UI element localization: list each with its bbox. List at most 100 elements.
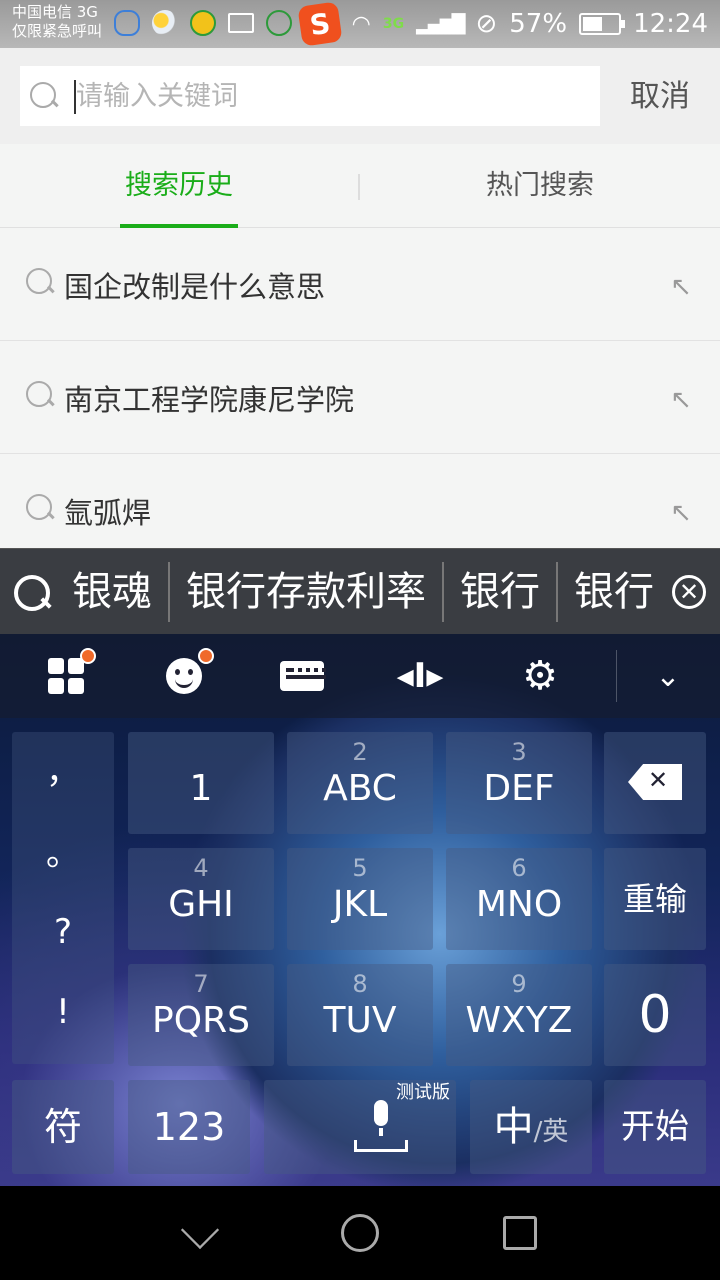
history-item-text: 氩弧焊: [64, 496, 152, 530]
cancel-button[interactable]: 取消: [612, 74, 708, 120]
keyboard-toolbar: ◂I▸ ⚙ ⌄: [0, 634, 720, 718]
key-5-jkl[interactable]: 5 JKL: [287, 848, 433, 950]
symbol-key-question[interactable]: ?: [12, 902, 114, 962]
candidate-item[interactable]: 银魂: [56, 562, 170, 622]
status-bar: 中国电信 3G 仅限紧急呼叫 S ◠ 3G ▂▄▆█ ⊘ 57% 12:24: [0, 0, 720, 48]
security-app-icon: [190, 10, 216, 36]
key-6-mno[interactable]: 6 MNO: [446, 848, 592, 950]
candidate-item[interactable]: 银行存款利率: [170, 562, 444, 622]
carrier-info: 中国电信 3G 仅限紧急呼叫: [12, 3, 102, 41]
key-label: WXYZ: [465, 1000, 573, 1041]
keyboard-layout-button[interactable]: [280, 654, 326, 698]
contact-icon: [266, 10, 292, 36]
key-7-pqrs[interactable]: 7 PQRS: [128, 964, 274, 1066]
lang-en-label: /英: [533, 1117, 569, 1147]
chevron-down-icon: ⌄: [655, 658, 681, 694]
fill-query-arrow-icon[interactable]: ↖: [670, 498, 692, 528]
key-label: GHI: [168, 884, 234, 925]
weather-icon: [152, 10, 178, 36]
key-number: 7: [193, 970, 209, 998]
candidate-item[interactable]: 银行: [444, 562, 558, 622]
close-candidates-icon[interactable]: ✕: [672, 575, 706, 609]
key-number: 4: [193, 854, 209, 882]
numbers-button[interactable]: 123: [128, 1080, 250, 1174]
voice-input-button[interactable]: 测试版: [264, 1080, 456, 1174]
tab-hot-search[interactable]: 热门搜索: [480, 144, 600, 228]
backspace-button[interactable]: [604, 732, 706, 834]
hide-keyboard-button[interactable]: ⌄: [646, 654, 690, 698]
search-icon: [26, 268, 56, 298]
grid-icon: [48, 658, 84, 694]
key-label: PQRS: [152, 1000, 250, 1041]
battery-percent: 57%: [509, 9, 568, 39]
recent-apps-icon[interactable]: [503, 1216, 537, 1250]
emoji-icon: [166, 658, 202, 694]
search-box[interactable]: [20, 66, 600, 126]
search-icon: [26, 381, 56, 411]
history-item-text: 国企改制是什么意思: [64, 270, 326, 304]
history-item[interactable]: 国企改制是什么意思 ↖: [0, 228, 720, 341]
fill-query-arrow-icon[interactable]: ↖: [670, 272, 692, 302]
symbol-key-exclaim[interactable]: !: [12, 982, 114, 1042]
toolbar-divider: [616, 650, 617, 702]
language-toggle-button[interactable]: 中/英: [470, 1080, 592, 1174]
wifi-icon: ◠: [351, 11, 371, 37]
back-icon[interactable]: [180, 1210, 220, 1250]
settings-button[interactable]: ⚙: [518, 653, 562, 699]
history-item-text: 南京工程学院康尼学院: [64, 383, 355, 417]
cursor-move-button[interactable]: ◂I▸: [396, 654, 444, 698]
navigation-bar: [0, 1186, 720, 1280]
symbol-column: ， 。 ? !: [12, 732, 114, 1064]
search-tabs: 搜索历史 热门搜索: [0, 144, 720, 228]
carrier-name: 中国电信 3G: [12, 3, 98, 21]
tab-divider: [358, 174, 360, 200]
search-icon: [26, 494, 56, 524]
signal-icon: ▂▄▆█: [416, 13, 465, 35]
fill-query-arrow-icon[interactable]: ↖: [670, 385, 692, 415]
sogou-app-icon: S: [297, 1, 343, 47]
tab-search-history[interactable]: 搜索历史: [120, 144, 238, 228]
symbol-key-period[interactable]: 。: [12, 824, 114, 884]
key-label: MNO: [475, 884, 563, 925]
key-label: 1: [189, 768, 213, 809]
home-icon[interactable]: [341, 1214, 379, 1252]
notification-icons: [114, 10, 292, 36]
lang-zh-label: 中: [493, 1104, 534, 1150]
candidate-search-icon[interactable]: [12, 571, 56, 615]
key-2-abc[interactable]: 2 ABC: [287, 732, 433, 834]
key-9-wxyz[interactable]: 9 WXYZ: [446, 964, 592, 1066]
cursor-icon: ◂I▸: [396, 656, 444, 696]
key-number: 3: [511, 738, 527, 766]
search-input[interactable]: [76, 66, 596, 126]
notification-dot: [198, 648, 214, 664]
key-4-ghi[interactable]: 4 GHI: [128, 848, 274, 950]
history-item[interactable]: 南京工程学院康尼学院 ↖: [0, 341, 720, 454]
start-search-button[interactable]: 开始: [604, 1080, 706, 1174]
symbol-key-comma[interactable]: ，: [12, 742, 114, 802]
card-icon: [228, 13, 254, 33]
key-label: TUV: [323, 1000, 397, 1041]
key-number: 5: [352, 854, 368, 882]
no-disturb-icon: ⊘: [475, 9, 498, 39]
key-number: 2: [352, 738, 368, 766]
key-label: DEF: [483, 768, 555, 809]
symbols-button[interactable]: 符: [12, 1080, 114, 1174]
apps-grid-button[interactable]: [44, 648, 96, 698]
candidate-item[interactable]: 银行: [558, 562, 670, 622]
backspace-icon: [628, 764, 682, 800]
notification-dot: [80, 648, 96, 664]
key-1[interactable]: 1: [128, 732, 274, 834]
key-8-tuv[interactable]: 8 TUV: [287, 964, 433, 1066]
carrier-status: 仅限紧急呼叫: [12, 22, 103, 40]
headset-icon: [114, 10, 140, 36]
candidate-list: 银魂 银行存款利率 银行 银行: [56, 549, 670, 634]
key-number: 9: [511, 970, 527, 998]
clock: 12:24: [633, 9, 708, 39]
reinput-button[interactable]: 重输: [604, 848, 706, 950]
emoji-button[interactable]: [162, 648, 214, 698]
gear-icon: ⚙: [522, 653, 558, 699]
key-label: ABC: [323, 768, 397, 809]
key-0[interactable]: 0: [604, 964, 706, 1066]
key-3-def[interactable]: 3 DEF: [446, 732, 592, 834]
status-right: S ◠ 3G ▂▄▆█ ⊘ 57% 12:24: [297, 0, 708, 48]
